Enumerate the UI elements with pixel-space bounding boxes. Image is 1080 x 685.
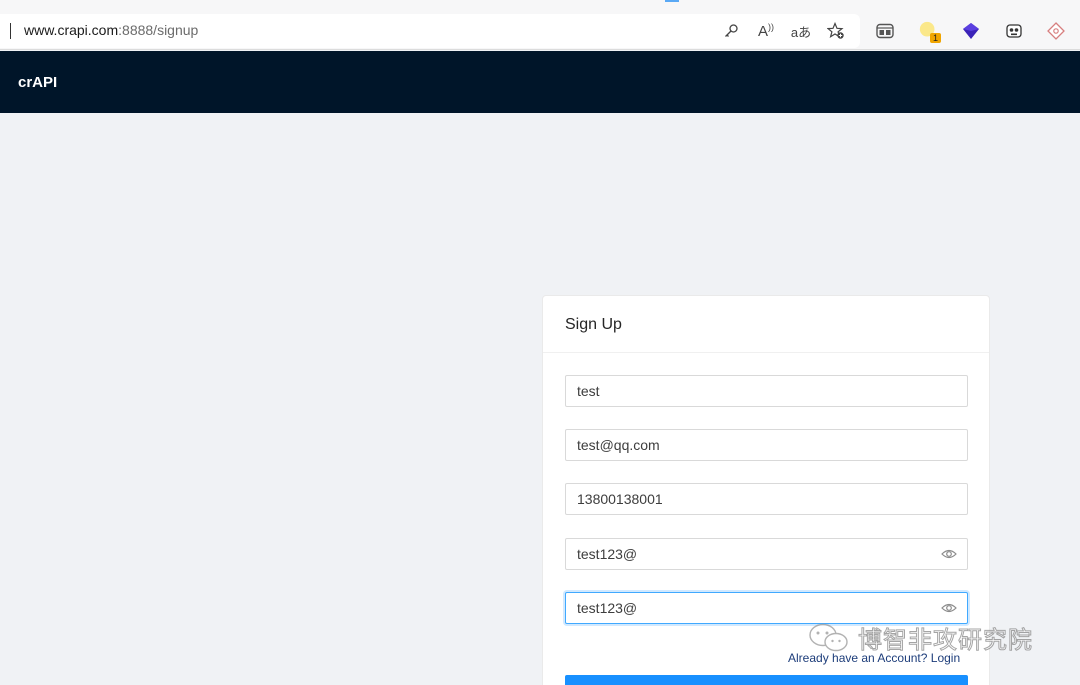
name-field[interactable] xyxy=(565,375,968,407)
phone-input[interactable] xyxy=(566,484,967,514)
signup-title: Sign Up xyxy=(565,316,622,333)
password-input[interactable] xyxy=(566,539,967,569)
diamond-extension-icon[interactable] xyxy=(1045,20,1067,42)
notification-extension-icon[interactable]: 1 xyxy=(918,20,942,43)
favorite-star-icon[interactable] xyxy=(826,20,846,42)
phone-field[interactable] xyxy=(565,483,968,515)
translate-icon[interactable]: aあ xyxy=(790,20,812,42)
collections-icon[interactable] xyxy=(874,20,896,42)
eye-icon[interactable] xyxy=(941,601,957,615)
watermark: 博智非攻研究院 xyxy=(808,620,1033,655)
browser-toolbar: www.crapi.com:8888/signup A)) aあ 1 xyxy=(0,0,1080,50)
extension-badge: 1 xyxy=(930,33,942,43)
active-tab-indicator xyxy=(665,0,679,2)
app-navbar: crAPI xyxy=(0,51,1080,113)
key-icon[interactable] xyxy=(721,20,741,42)
url-host: www.crapi.com xyxy=(24,22,119,38)
confirm-password-input[interactable] xyxy=(566,593,967,623)
app-brand[interactable]: crAPI xyxy=(18,74,57,91)
wechat-icon xyxy=(809,623,848,651)
url-path: :8888/signup xyxy=(118,22,199,38)
card-header: Sign Up xyxy=(543,296,989,353)
purple-gem-extension-icon[interactable] xyxy=(960,20,982,42)
name-input[interactable] xyxy=(566,376,967,406)
email-field[interactable] xyxy=(565,429,968,461)
watermark-text: 博智非攻研究院 xyxy=(858,626,1033,655)
read-aloud-icon[interactable]: A)) xyxy=(756,20,776,42)
email-input[interactable] xyxy=(566,430,967,460)
panda-extension-icon[interactable] xyxy=(1003,20,1025,42)
password-field[interactable] xyxy=(565,538,968,570)
url-text[interactable]: www.crapi.com:8888/signup xyxy=(24,22,198,38)
address-cursor xyxy=(10,23,11,39)
signup-button[interactable] xyxy=(565,675,968,685)
eye-icon[interactable] xyxy=(941,547,957,561)
